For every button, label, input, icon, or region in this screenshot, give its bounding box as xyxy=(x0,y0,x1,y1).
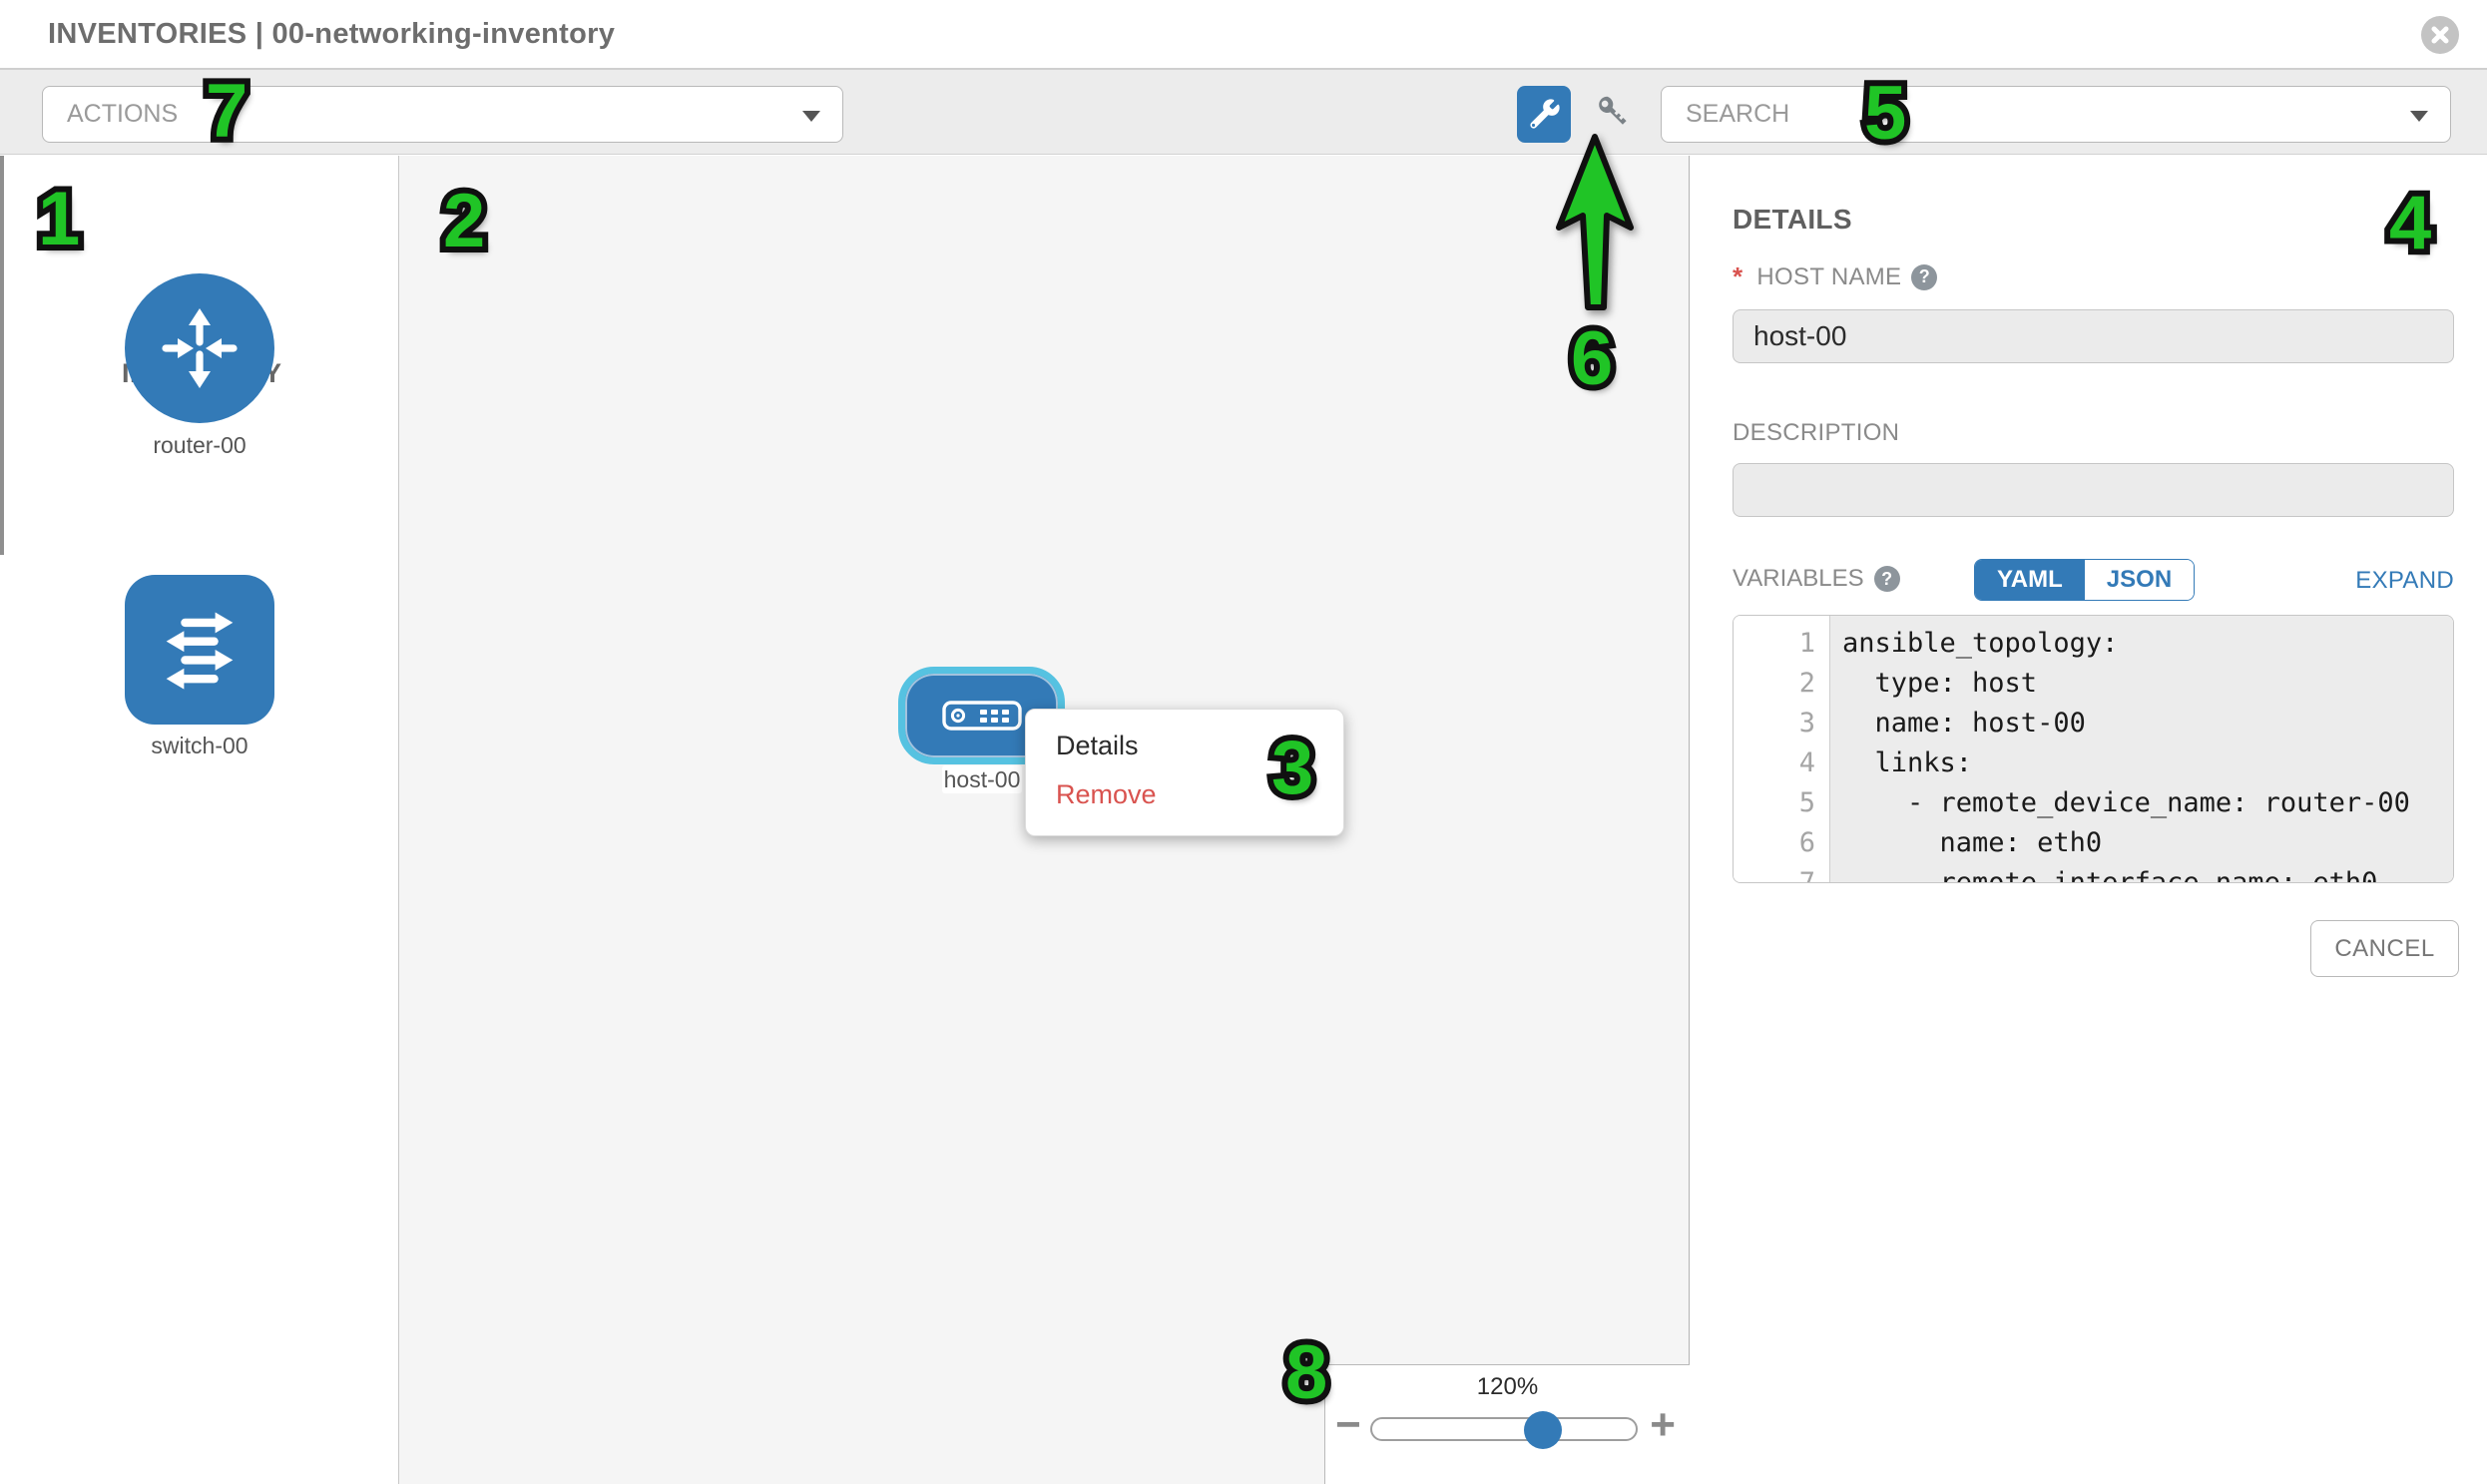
line-number: 5 xyxy=(1734,783,1829,823)
help-icon[interactable]: ? xyxy=(1911,264,1937,290)
host-name-input[interactable]: host-00 xyxy=(1733,309,2454,363)
code-line: - remote_device_name: router-00 xyxy=(1842,783,2453,823)
header-bar: INVENTORIES | 00-networking-inventory xyxy=(0,0,2487,70)
sidebar-edge-strip xyxy=(0,156,4,555)
variables-label: VARIABLES ? xyxy=(1733,565,1900,593)
annotation-3: 3 xyxy=(1271,731,1313,806)
annotation-5: 5 xyxy=(1864,76,1906,152)
description-input[interactable] xyxy=(1733,463,2454,517)
expand-link[interactable]: EXPAND xyxy=(2355,567,2454,595)
line-number: 7 xyxy=(1734,863,1829,883)
host-node-label: host-00 xyxy=(942,765,1022,793)
line-number: 6 xyxy=(1734,823,1829,863)
chevron-down-icon xyxy=(2410,111,2428,122)
help-icon[interactable]: ? xyxy=(1874,566,1900,592)
required-marker: * xyxy=(1733,261,1742,292)
code-line: name: host-00 xyxy=(1842,704,2453,743)
toolbar: ACTIONS SEARCH xyxy=(0,70,2487,155)
code-line: ansible_topology: xyxy=(1842,624,2453,664)
palette-item-label: switch-00 xyxy=(0,733,399,759)
annotation-arrow-up xyxy=(1549,132,1641,317)
line-number: 2 xyxy=(1734,664,1829,704)
code-line: remote_interface_name: eth0 xyxy=(1842,863,2453,883)
palette-item-label: router-00 xyxy=(0,432,399,459)
chevron-down-icon xyxy=(802,111,820,122)
variables-label-text: VARIABLES xyxy=(1733,565,1864,593)
editor-code-area[interactable]: ansible_topology: type: host name: host-… xyxy=(1830,616,2453,882)
annotation-8: 8 xyxy=(1285,1335,1327,1411)
host-server-icon xyxy=(942,701,1022,731)
palette-item-switch[interactable] xyxy=(125,575,274,725)
zoom-level-value: 120% xyxy=(1325,1373,1690,1401)
editor-gutter: 1 2 3 4 5 6 7 xyxy=(1734,616,1830,882)
zoom-in-button[interactable]: + xyxy=(1650,1403,1676,1447)
host-name-label-text: HOST NAME xyxy=(1756,263,1901,291)
line-number: 1 xyxy=(1734,624,1829,664)
variables-code-editor[interactable]: 1 2 3 4 5 6 7 ansible_topology: type: ho… xyxy=(1733,615,2454,883)
zoom-out-button[interactable]: − xyxy=(1335,1403,1361,1447)
description-label-text: DESCRIPTION xyxy=(1733,419,1899,447)
host-name-value: host-00 xyxy=(1753,320,1846,352)
palette-item-router[interactable] xyxy=(125,273,274,423)
details-panel-title: DETAILS xyxy=(1733,204,1852,236)
search-dropdown[interactable]: SEARCH xyxy=(1661,86,2451,143)
host-name-label: * HOST NAME ? xyxy=(1733,261,1937,292)
switch-icon xyxy=(150,600,249,700)
details-panel: DETAILS * HOST NAME ? host-00 DESCRIPTIO… xyxy=(1691,156,2487,1484)
line-number: 4 xyxy=(1734,743,1829,783)
close-button[interactable] xyxy=(2421,16,2459,54)
zoom-slider-track[interactable] xyxy=(1370,1417,1638,1441)
tab-yaml[interactable]: YAML xyxy=(1975,560,2085,600)
line-number: 3 xyxy=(1734,704,1829,743)
search-placeholder: SEARCH xyxy=(1686,100,1789,129)
annotation-2: 2 xyxy=(443,184,485,259)
variables-row: VARIABLES ? YAML JSON EXPAND xyxy=(1733,559,2454,603)
code-line: name: eth0 xyxy=(1842,823,2453,863)
code-line: type: host xyxy=(1842,664,2453,704)
actions-dropdown[interactable]: ACTIONS xyxy=(42,86,843,143)
annotation-1: 1 xyxy=(38,182,80,257)
actions-dropdown-label: ACTIONS xyxy=(67,100,178,129)
variables-format-toggle: YAML JSON xyxy=(1974,559,2195,601)
inventory-topology-app: INVENTORIES | 00-networking-inventory AC… xyxy=(0,0,2487,1484)
zoom-slider-handle[interactable] xyxy=(1524,1411,1562,1449)
annotation-6: 6 xyxy=(1571,321,1613,397)
wrench-icon xyxy=(1527,98,1561,132)
annotation-7: 7 xyxy=(206,74,248,150)
page-title: INVENTORIES | 00-networking-inventory xyxy=(48,18,615,51)
router-icon xyxy=(152,300,248,396)
cancel-button[interactable]: CANCEL xyxy=(2310,920,2459,977)
description-label: DESCRIPTION xyxy=(1733,419,1899,447)
zoom-control-panel: 120% − + xyxy=(1324,1364,1690,1484)
code-line: links: xyxy=(1842,743,2453,783)
annotation-4: 4 xyxy=(2389,186,2431,261)
tab-json[interactable]: JSON xyxy=(2085,560,2194,600)
close-icon xyxy=(2429,24,2451,46)
